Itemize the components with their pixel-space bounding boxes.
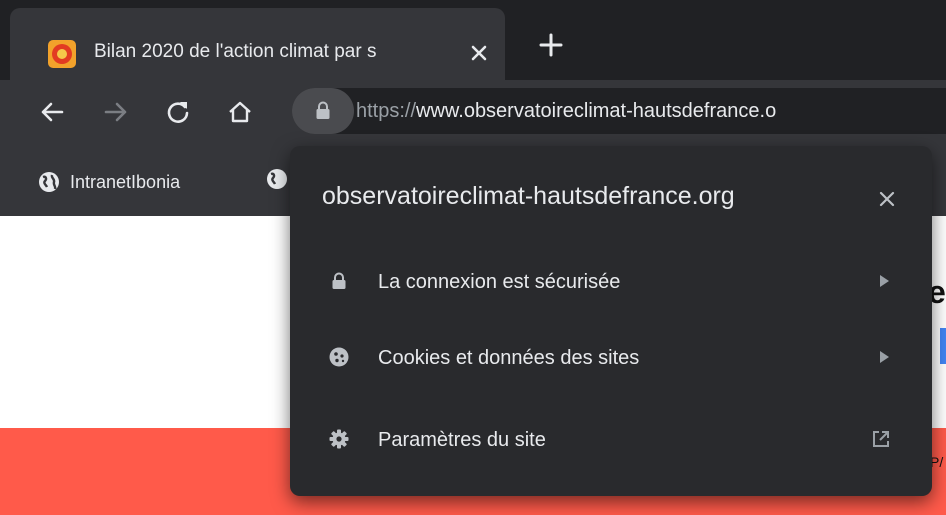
arrow-right-icon [880,275,889,287]
close-icon[interactable] [468,42,490,64]
tab-strip: Bilan 2020 de l'action climat par s [0,0,946,80]
row-label: La connexion est sécurisée [378,271,621,293]
site-info-popup: observatoireclimat-hautsdefrance.org La … [290,146,932,496]
back-arrow-icon[interactable] [38,98,66,126]
globe-icon[interactable] [266,168,288,190]
url-scheme: https:// [356,100,417,122]
cookie-icon [329,347,349,367]
url-host: www.observatoireclimat-hautsdefrance.o [416,100,777,122]
address-bar[interactable]: https://www.observatoireclimat-hautsdefr… [292,88,946,134]
active-tab[interactable]: Bilan 2020 de l'action climat par s [10,8,505,80]
close-icon[interactable] [876,188,898,210]
site-favicon-icon [48,40,76,68]
row-label: Paramètres du site [378,429,546,451]
site-settings-row[interactable]: Paramètres du site [290,412,932,468]
new-tab-plus-icon[interactable] [538,32,564,58]
bookmark-label: IntranetIbonia [70,171,181,192]
cookies-row[interactable]: Cookies et données des sites [290,330,932,386]
arrow-right-icon [880,351,889,363]
site-info-chip[interactable] [292,88,354,134]
row-label: Cookies et données des sites [378,347,640,369]
connection-secure-row[interactable]: La connexion est sécurisée [290,254,932,310]
bookmark-intranetibonia[interactable]: IntranetIbonia [38,168,180,196]
popup-site-title: observatoireclimat-hautsdefrance.org [322,182,735,210]
reload-icon[interactable] [164,98,192,126]
globe-icon [39,172,59,192]
tab-title: Bilan 2020 de l'action climat par s [94,41,377,62]
forward-arrow-icon[interactable] [102,98,130,126]
toolbar: https://www.observatoireclimat-hautsdefr… [0,80,946,142]
home-icon[interactable] [226,98,254,126]
lock-icon [332,272,346,289]
page-blue-element [940,328,946,364]
lock-icon [316,101,330,119]
external-link-icon [873,431,889,447]
url-text: https://www.observatoireclimat-hautsdefr… [356,88,776,134]
gear-icon [329,429,349,449]
